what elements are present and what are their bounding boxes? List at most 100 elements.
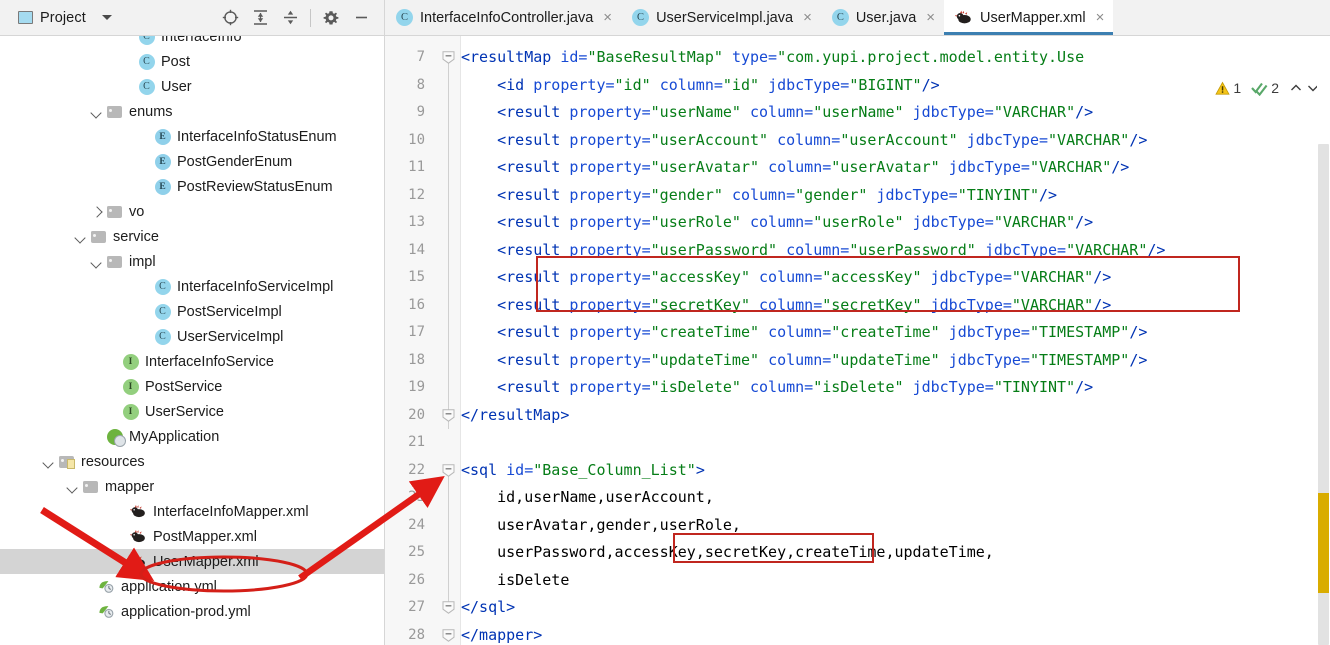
tree-item-userserviceimpl[interactable]: C UserServiceImpl xyxy=(0,324,384,349)
chevron-down-icon[interactable] xyxy=(66,480,80,494)
chevron-down-icon[interactable] xyxy=(101,15,112,20)
tree-item-interfaceinfo[interactable]: C InterfaceInfo xyxy=(0,36,384,49)
chevron-down-icon[interactable] xyxy=(90,105,104,119)
line-number: 21 xyxy=(408,434,425,450)
project-tree-rows: C InterfaceInfo C Post C User enums E InterfaceI… xyxy=(0,36,384,624)
folder-icon xyxy=(106,253,123,270)
java-class-icon: C xyxy=(138,53,155,70)
project-tool-window-header: Project xyxy=(0,0,385,36)
tree-item-label: service xyxy=(113,228,159,245)
tree-item-postmapper-xml[interactable]: PostMapper.xml xyxy=(0,524,384,549)
tree-item-interfaceinfomapper-xml[interactable]: InterfaceInfoMapper.xml xyxy=(0,499,384,524)
tree-item-interfaceinfoservice[interactable]: I InterfaceInfoService xyxy=(0,349,384,374)
tree-item-service[interactable]: service xyxy=(0,224,384,249)
chevron-down-icon[interactable] xyxy=(90,255,104,269)
tree-item-userservice[interactable]: I UserService xyxy=(0,399,384,424)
editor-tab-userserviceimpl-java[interactable]: C UserServiceImpl.java × xyxy=(621,0,821,35)
code-line-9[interactable]: <result property="userName" column="user… xyxy=(461,99,1330,127)
tree-item-myapplication[interactable]: MyApplication xyxy=(0,424,384,449)
fold-collapse-icon[interactable] xyxy=(442,628,455,642)
tree-item-vo[interactable]: vo xyxy=(0,199,384,224)
code-folding-gutter[interactable] xyxy=(435,36,461,645)
settings-gear-icon[interactable] xyxy=(316,4,346,32)
tab-close-icon[interactable]: × xyxy=(603,10,612,25)
code-line-18[interactable]: <result property="updateTime" column="up… xyxy=(461,347,1330,375)
tree-item-enums[interactable]: enums xyxy=(0,99,384,124)
line-number: 24 xyxy=(408,516,425,533)
tree-item-label: PostGenderEnum xyxy=(177,153,293,170)
code-line-27[interactable]: </sql> xyxy=(461,594,1330,622)
tree-item-postgenderenum[interactable]: E PostGenderEnum xyxy=(0,149,384,174)
code-line-14[interactable]: <result property="userPassword" column="… xyxy=(461,237,1330,265)
code-line-11[interactable]: <result property="userAvatar" column="us… xyxy=(461,154,1330,182)
scrollbar-highlight-marker xyxy=(1318,493,1329,593)
chevron-down-icon[interactable] xyxy=(74,230,88,244)
code-line-13[interactable]: <result property="userRole" column="user… xyxy=(461,209,1330,237)
java-class-icon: C xyxy=(632,9,650,26)
tree-item-impl[interactable]: impl xyxy=(0,249,384,274)
collapse-all-icon[interactable] xyxy=(275,4,305,32)
project-tree[interactable]: C InterfaceInfo C Post C User enums E InterfaceI… xyxy=(0,36,385,645)
fold-collapse-icon[interactable] xyxy=(442,408,455,422)
code-line-12[interactable]: <result property="gender" column="gender… xyxy=(461,182,1330,210)
project-view-selector[interactable]: Project xyxy=(18,10,112,26)
tree-item-post[interactable]: C Post xyxy=(0,49,384,74)
tree-item-usermapper-xml[interactable]: UserMapper.xml xyxy=(0,549,384,574)
tree-item-postreviewstatusenum[interactable]: E PostReviewStatusEnum xyxy=(0,174,384,199)
code-line-22[interactable]: <sql id="Base_Column_List"> xyxy=(461,457,1330,485)
locate-icon[interactable] xyxy=(215,4,245,32)
minimize-icon[interactable] xyxy=(346,4,376,32)
editor-tab-user-java[interactable]: C User.java × xyxy=(820,0,945,35)
tab-close-icon[interactable]: × xyxy=(803,10,812,25)
tree-item-postservice[interactable]: I PostService xyxy=(0,374,384,399)
enum-icon: E xyxy=(154,128,171,145)
tree-item-label: vo xyxy=(129,203,145,220)
code-line-28[interactable]: </mapper> xyxy=(461,622,1330,645)
code-editor[interactable]: 7 8 9 10 11 12 13 14 15 16 17 18 19 20 21 22 23 24 25 26 27 2… xyxy=(385,36,1330,645)
tree-item-interfaceinfoserviceimpl[interactable]: C InterfaceInfoServiceImpl xyxy=(0,274,384,299)
editor-tab-label: UserServiceImpl.java xyxy=(656,9,794,26)
code-line-17[interactable]: <result property="createTime" column="cr… xyxy=(461,319,1330,347)
code-line-24[interactable]: userAvatar,gender,userRole, xyxy=(461,512,1330,540)
tree-item-label: UserMapper.xml xyxy=(153,553,259,570)
code-line-7[interactable]: <resultMap id="BaseResultMap" type="com.… xyxy=(461,44,1330,72)
editor-tab-interfaceinfocontroller-java[interactable]: C InterfaceInfoController.java × xyxy=(385,0,622,35)
inspection-widget[interactable]: 1 2 xyxy=(1215,80,1320,96)
tree-item-label: application-prod.yml xyxy=(121,603,251,620)
code-line-21[interactable] xyxy=(461,429,1330,457)
interface-icon: I xyxy=(122,403,139,420)
project-label: Project xyxy=(40,9,86,26)
inspection-count: 2 xyxy=(1271,80,1279,96)
fold-collapse-icon[interactable] xyxy=(442,601,455,614)
code-line-15[interactable]: <result property="accessKey" column="acc… xyxy=(461,264,1330,292)
tab-close-icon[interactable]: × xyxy=(1096,10,1105,25)
tree-item-application-yml[interactable]: application.yml xyxy=(0,574,384,599)
tree-item-interfaceinfostatusenum[interactable]: E InterfaceInfoStatusEnum xyxy=(0,124,384,149)
fold-collapse-icon[interactable] xyxy=(442,463,455,477)
tree-item-application-prod-yml[interactable]: application-prod.yml xyxy=(0,599,384,624)
code-content-area[interactable]: <resultMap id="BaseResultMap" type="com.… xyxy=(461,36,1330,645)
chevron-right-icon[interactable] xyxy=(90,205,104,219)
tree-item-resources[interactable]: resources xyxy=(0,449,384,474)
editor-vertical-scrollbar[interactable] xyxy=(1317,36,1330,645)
tree-item-user[interactable]: C User xyxy=(0,74,384,99)
code-line-8[interactable]: <id property="id" column="id" jdbcType="… xyxy=(461,72,1330,100)
code-line-16[interactable]: <result property="secretKey" column="sec… xyxy=(461,292,1330,320)
chevron-up-icon[interactable] xyxy=(1289,81,1303,95)
code-line-23[interactable]: id,userName,userAccount, xyxy=(461,484,1330,512)
code-line-19[interactable]: <result property="isDelete" column="isDe… xyxy=(461,374,1330,402)
code-line-20[interactable]: </resultMap> xyxy=(461,402,1330,430)
code-line-26[interactable]: isDelete xyxy=(461,567,1330,595)
fold-collapse-icon[interactable] xyxy=(442,51,455,64)
tab-close-icon[interactable]: × xyxy=(926,10,935,25)
code-line-10[interactable]: <result property="userAccount" column="u… xyxy=(461,127,1330,155)
editor-tab-usermapper-xml[interactable]: UserMapper.xml × xyxy=(944,0,1114,35)
expand-all-icon[interactable] xyxy=(245,4,275,32)
tree-item-postserviceimpl[interactable]: C PostServiceImpl xyxy=(0,299,384,324)
tree-item-mapper[interactable]: mapper xyxy=(0,474,384,499)
code-line-25[interactable]: userPassword,accessKey,secretKey,createT… xyxy=(461,539,1330,567)
chevron-down-icon[interactable] xyxy=(42,455,56,469)
